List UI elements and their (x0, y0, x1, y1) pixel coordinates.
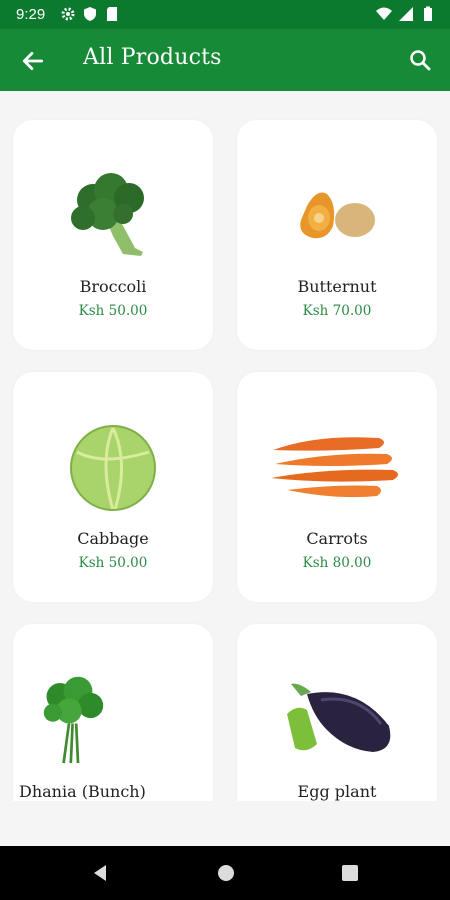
broccoli-image (71, 173, 144, 256)
product-price: Ksh 70.00 (302, 303, 372, 319)
product-name: Carrots (306, 529, 368, 548)
product-grid: Broccoli Ksh 50.00 Butternut Ksh 70.00 C… (0, 91, 450, 801)
status-right-icons (376, 6, 436, 22)
cabbage-image (70, 425, 156, 511)
app-bar: All Products (0, 29, 450, 91)
battery-icon (424, 6, 432, 21)
system-nav-bar (0, 846, 450, 900)
nav-back-icon[interactable] (90, 863, 110, 883)
product-name: Cabbage (77, 529, 149, 548)
signal-icon (399, 7, 413, 21)
wifi-icon (376, 7, 392, 20)
nav-home-icon[interactable] (216, 863, 236, 883)
product-card-dhania[interactable]: Dhania (Bunch) (13, 624, 213, 801)
nav-recents-icon[interactable] (340, 863, 360, 883)
product-price: Ksh 80.00 (302, 555, 372, 571)
search-icon[interactable] (408, 48, 432, 72)
shield-icon (84, 7, 96, 21)
product-name: Egg plant (297, 782, 377, 801)
status-left-icons (60, 6, 120, 22)
butternut-image (300, 192, 375, 239)
status-time: 9:29 (16, 6, 46, 23)
carrots-image (271, 437, 398, 498)
eggplant-image (287, 683, 391, 752)
product-price: Ksh 50.00 (78, 303, 148, 319)
product-card-broccoli[interactable]: Broccoli Ksh 50.00 (13, 120, 213, 350)
product-card-egg-plant[interactable]: Egg plant (237, 624, 437, 801)
back-arrow-icon[interactable] (20, 48, 46, 74)
product-name: Butternut (297, 277, 377, 296)
status-bar: 9:29 (0, 0, 450, 29)
page-title: All Products (83, 45, 222, 70)
gear-icon (61, 7, 75, 21)
product-price: Ksh 50.00 (78, 555, 148, 571)
product-name: Dhania (Bunch) (19, 782, 146, 801)
product-card-butternut[interactable]: Butternut Ksh 70.00 (237, 120, 437, 350)
product-name: Broccoli (79, 277, 147, 296)
dhania-image (43, 676, 104, 764)
product-card-carrots[interactable]: Carrots Ksh 80.00 (237, 372, 437, 602)
sd-card-icon (107, 7, 117, 21)
product-card-cabbage[interactable]: Cabbage Ksh 50.00 (13, 372, 213, 602)
